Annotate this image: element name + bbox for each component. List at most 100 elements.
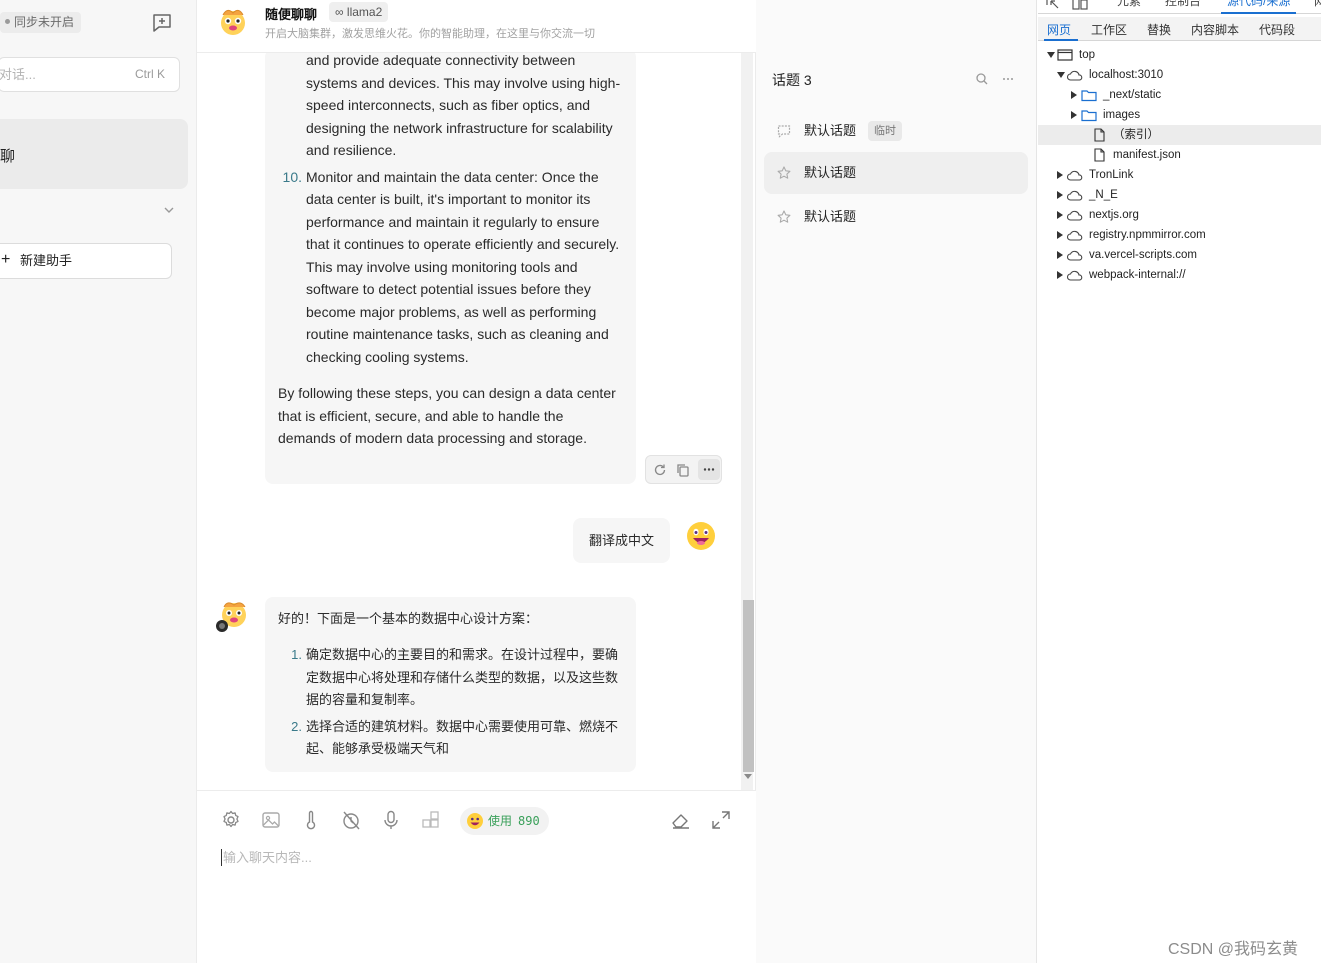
message-scrollbar[interactable] xyxy=(741,53,754,790)
tree-node-label: nextjs.org xyxy=(1089,209,1139,221)
microphone-icon[interactable] xyxy=(380,809,402,831)
tree-node-label: _next/static xyxy=(1103,89,1162,101)
tree-node-file[interactable]: （索引） xyxy=(1038,125,1321,145)
tree-node-cloud[interactable]: va.vercel-scripts.com xyxy=(1038,245,1321,265)
session-item-active[interactable]: 聊 xyxy=(0,119,188,189)
tab-content-scripts[interactable]: 内容脚本 xyxy=(1191,21,1239,38)
message-paragraph: By following these steps, you can design… xyxy=(278,385,616,446)
file-icon xyxy=(1094,128,1105,142)
user-message-text: 翻译成中文 xyxy=(588,533,654,548)
list-item-number: 10. xyxy=(282,168,302,185)
history-off-icon[interactable] xyxy=(340,809,362,831)
tree-node-cloud[interactable]: registry.npmmirror.com xyxy=(1038,225,1321,245)
collapsed-arrow-icon[interactable] xyxy=(1071,111,1077,119)
list-item-number: 2. xyxy=(291,718,302,734)
eraser-icon[interactable] xyxy=(670,809,692,831)
collapsed-arrow-icon[interactable] xyxy=(1057,211,1063,219)
cloud-icon xyxy=(1067,190,1083,201)
tab-overflow[interactable]: 网 xyxy=(1314,0,1321,9)
tree-node-cloud[interactable]: TronLink xyxy=(1038,165,1321,185)
tree-node-file[interactable]: manifest.json xyxy=(1038,145,1321,165)
regenerate-icon[interactable] xyxy=(652,462,668,478)
assistant-avatar-icon[interactable] xyxy=(215,598,251,634)
collapsed-arrow-icon[interactable] xyxy=(1057,231,1063,239)
model-badge[interactable]: ∞ llama2 xyxy=(329,2,389,22)
message-paragraph: 好的！下面是一个基本的数据中心设计方案： xyxy=(278,611,539,626)
tree-node-cloud[interactable]: webpack-internal:// xyxy=(1038,265,1321,285)
new-chat-button[interactable] xyxy=(150,11,174,35)
list-item-text: and provide adequate connectivity betwee… xyxy=(306,53,621,158)
tab-elements[interactable]: 元素 xyxy=(1117,0,1141,9)
session-search-input[interactable]: 对话... Ctrl K xyxy=(0,57,180,92)
collapsed-arrow-icon[interactable] xyxy=(1057,251,1063,259)
tree-node-folder[interactable]: images xyxy=(1038,105,1321,125)
new-chat-icon xyxy=(153,14,171,32)
list-item-number: 1. xyxy=(291,647,302,662)
star-icon[interactable] xyxy=(776,165,792,181)
tree-node-cloud[interactable]: nextjs.org xyxy=(1038,205,1321,225)
tree-node-label: top xyxy=(1079,49,1095,61)
tree-node-label: manifest.json xyxy=(1113,149,1181,161)
temporary-tag: 临时 xyxy=(868,121,902,141)
tree-node-label: va.vercel-scripts.com xyxy=(1089,249,1197,261)
list-item: 10. Monitor and maintain the data center… xyxy=(283,166,622,369)
tab-snippets[interactable]: 代码段 xyxy=(1259,21,1295,38)
frame-icon xyxy=(1057,49,1073,61)
tab-workspace[interactable]: 工作区 xyxy=(1091,21,1127,38)
cloud-icon xyxy=(1067,70,1083,81)
new-agent-button[interactable]: + 新建助手 xyxy=(0,243,172,279)
chat-input[interactable]: 输入聊天内容... xyxy=(221,849,312,866)
topic-label: 默认话题 xyxy=(804,209,857,224)
device-toolbar-icon[interactable] xyxy=(1072,0,1088,10)
scroll-down-arrow-icon[interactable] xyxy=(744,774,752,779)
sync-status-badge[interactable]: 同步未开启 xyxy=(0,12,82,33)
image-upload-icon[interactable] xyxy=(260,809,282,831)
star-icon[interactable] xyxy=(776,209,792,225)
tab-page[interactable]: 网页 xyxy=(1047,21,1071,38)
temperature-icon[interactable] xyxy=(300,809,322,831)
copy-icon[interactable] xyxy=(675,462,691,478)
tab-console[interactable]: 控制台 xyxy=(1165,0,1201,9)
collapsed-arrow-icon[interactable] xyxy=(1057,191,1063,199)
tab-sources[interactable]: 源代码/来源 xyxy=(1221,0,1297,14)
topic-item[interactable]: 默认话题 临时 xyxy=(764,110,1028,152)
tree-node-cloud[interactable]: localhost:3010 xyxy=(1038,65,1321,85)
sync-status-label: 同步未开启 xyxy=(14,15,75,29)
tree-node-cloud[interactable]: _N_E xyxy=(1038,185,1321,205)
sources-sub-tabs: 网页 工作区 替换 内容脚本 代码段 xyxy=(1038,17,1321,41)
expanded-arrow-icon[interactable] xyxy=(1047,52,1055,58)
topic-item[interactable]: 默认话题 xyxy=(764,152,1028,194)
more-options-icon[interactable] xyxy=(698,459,720,480)
expand-icon[interactable] xyxy=(710,809,732,831)
tree-node-label: TronLink xyxy=(1089,169,1134,181)
collapsed-arrow-icon[interactable] xyxy=(1057,271,1063,279)
cloud-icon xyxy=(1067,170,1083,181)
tree-node-folder[interactable]: _next/static xyxy=(1038,85,1321,105)
chevron-down-icon[interactable] xyxy=(162,203,176,217)
more-options-icon[interactable] xyxy=(1001,72,1015,86)
collapsed-arrow-icon[interactable] xyxy=(1057,171,1063,179)
list-item: 2. 选择合适的建筑材料。数据中心需要使用可靠、燃烧不起、能够承受极端天气和 xyxy=(291,716,622,761)
assistant-avatar-icon[interactable] xyxy=(217,5,249,37)
tree-node-label: localhost:3010 xyxy=(1089,69,1164,81)
collapsed-arrow-icon[interactable] xyxy=(1071,91,1077,99)
expanded-arrow-icon[interactable] xyxy=(1057,72,1065,78)
user-avatar-icon[interactable] xyxy=(685,520,717,552)
scrollbar-thumb[interactable] xyxy=(743,600,754,772)
tree-node-label: _N_E xyxy=(1089,189,1118,201)
tab-overrides[interactable]: 替换 xyxy=(1147,21,1171,38)
message-list: and provide adequate connectivity betwee… xyxy=(197,53,742,790)
search-icon[interactable] xyxy=(975,72,989,86)
topic-item[interactable]: 默认话题 xyxy=(764,196,1028,238)
token-usage-pill[interactable]: 使用 890 xyxy=(460,807,549,835)
inspect-element-icon[interactable] xyxy=(1046,0,1060,10)
list-item-text: Monitor and maintain the data center: On… xyxy=(306,168,620,365)
list-item-text: 确定数据中心的主要目的和需求。在设计过程中，要确定数据中心将处理和存储什么类型的… xyxy=(306,647,619,707)
tree-node-frame[interactable]: top xyxy=(1038,45,1321,65)
cloud-icon xyxy=(1067,270,1083,281)
settings-gear-icon[interactable] xyxy=(220,809,242,831)
chat-description: 开启大脑集群，激发思维火花。你的智能助理，在这里与你交流一切 xyxy=(265,28,595,40)
topic-label: 默认话题 xyxy=(804,123,857,138)
active-tab-indicator xyxy=(1044,39,1078,41)
plugins-icon[interactable] xyxy=(420,809,442,831)
